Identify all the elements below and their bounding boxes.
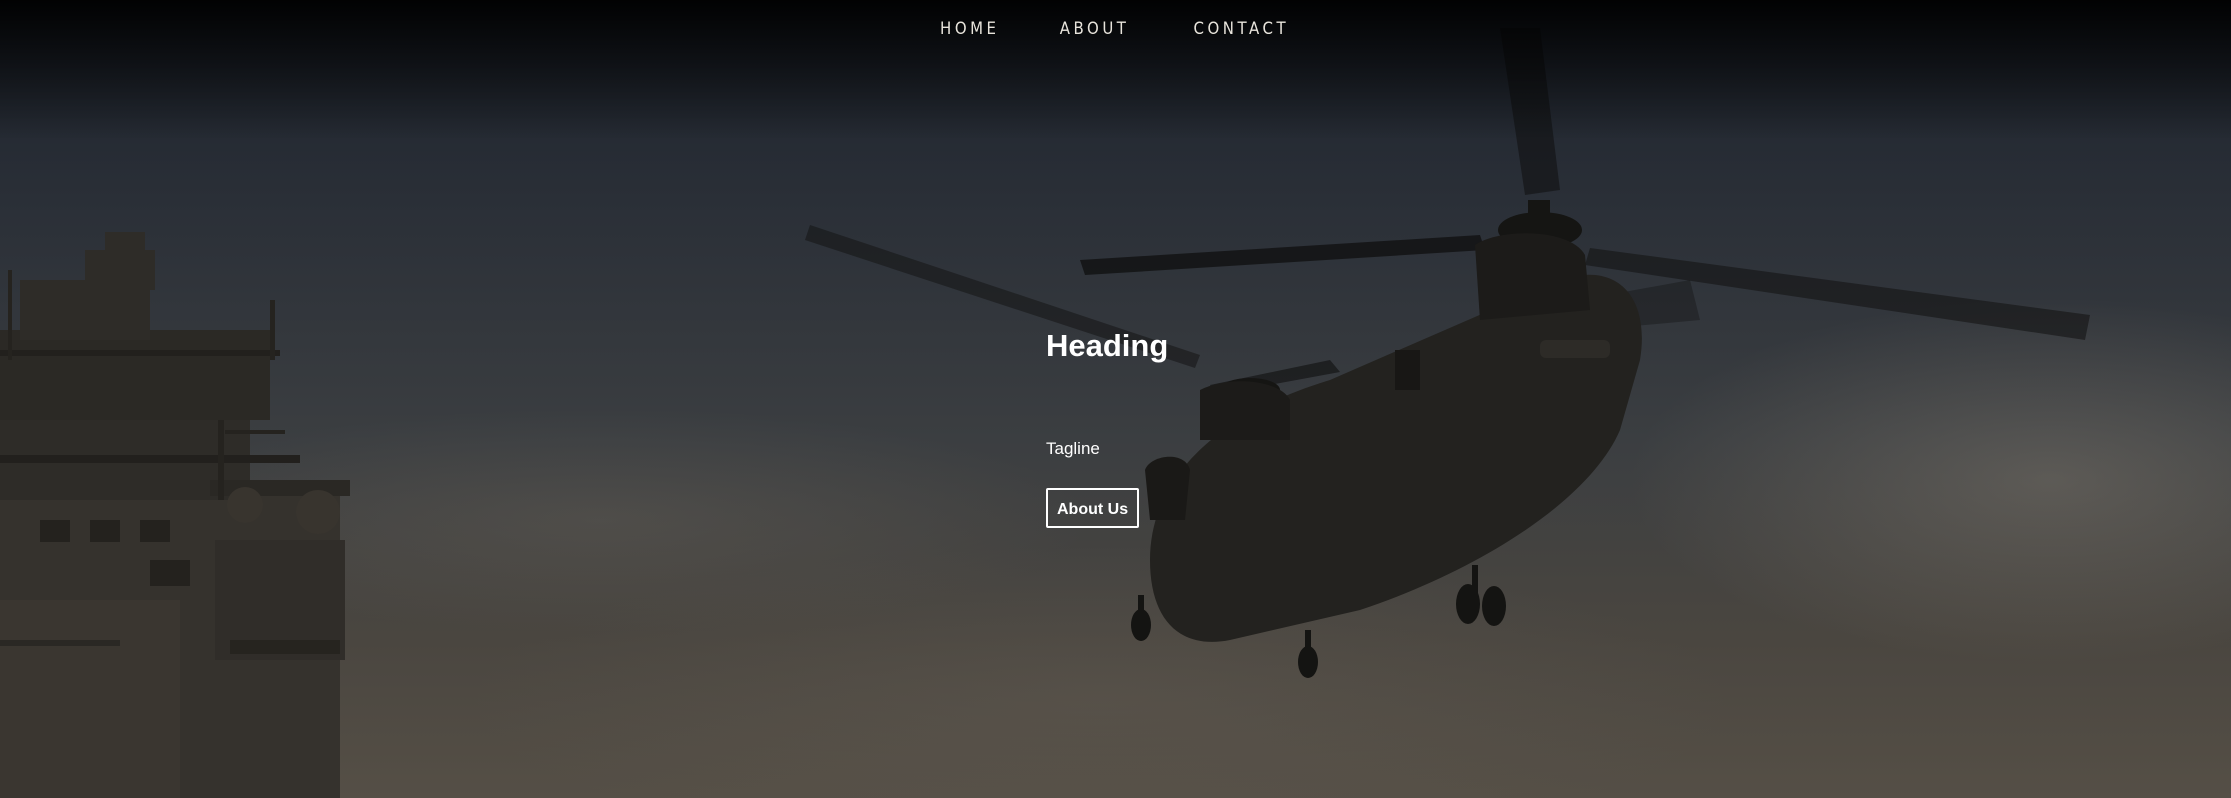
nav-item-home[interactable]: HOME bbox=[938, 15, 1001, 43]
hero-tagline: Tagline bbox=[1046, 439, 1100, 458]
hero-section: HOME ABOUT CONTACT Heading Tagline About… bbox=[0, 0, 2231, 798]
about-us-button[interactable]: About Us bbox=[1046, 488, 1140, 528]
hero-content: Heading Tagline About Us bbox=[1046, 322, 1546, 528]
main-navigation: HOME ABOUT CONTACT bbox=[0, 0, 2231, 58]
nav-item-contact[interactable]: CONTACT bbox=[1191, 15, 1290, 43]
hero-heading: Heading bbox=[1046, 328, 1169, 363]
ship-silhouette bbox=[0, 232, 350, 798]
nav-item-about[interactable]: ABOUT bbox=[1058, 15, 1131, 43]
